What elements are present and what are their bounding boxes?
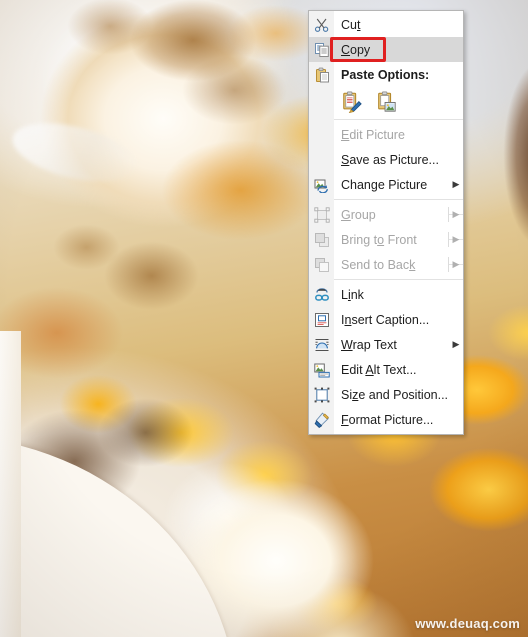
menu-item-paste-options: Paste Options: (309, 62, 463, 87)
menu-item-label: Send to Back (341, 257, 416, 272)
watermark: www.deuaq.com (415, 616, 520, 631)
menu-item-no-icon (309, 122, 334, 147)
menu-item-label: Link (341, 287, 364, 302)
menu-item-label: Copy (341, 42, 371, 57)
paste-options-buttons (309, 87, 463, 117)
menu-item-link[interactable]: Link (309, 282, 463, 307)
paste-picture-button[interactable] (373, 89, 399, 115)
screen: www.deuaq.com Cut Copy Paste Options: Edit … (0, 0, 528, 637)
menu-item-label: Wrap Text (341, 337, 397, 352)
picture-context-menu[interactable]: Cut Copy Paste Options: Edit Picture Save as… (308, 10, 464, 435)
insert-caption-icon (309, 307, 334, 332)
menu-separator (334, 119, 463, 120)
menu-item-send-to-back: Send to Back ▶ (309, 252, 463, 277)
menu-item-label: Edit Alt Text... (341, 362, 417, 377)
change-picture-icon (309, 172, 334, 197)
menu-item-label: Group (341, 207, 376, 222)
submenu-arrow-icon: ▶ (449, 235, 463, 244)
submenu-arrow-icon: ▶ (449, 210, 463, 219)
submenu-arrow-icon: ▶ (449, 260, 463, 269)
menu-item-group: Group ▶ (309, 202, 463, 227)
group-icon (309, 202, 334, 227)
menu-item-bring-to-front: Bring to Front ▶ (309, 227, 463, 252)
format-picture-icon (309, 407, 334, 432)
menu-item-wrap-text[interactable]: Wrap Text ▶ (309, 332, 463, 357)
wrap-text-icon (309, 332, 334, 357)
menu-item-no-icon (309, 147, 334, 172)
menu-separator (334, 199, 463, 200)
menu-item-label: Save as Picture... (341, 152, 439, 167)
menu-separator (334, 279, 463, 280)
menu-item-size-position[interactable]: Size and Position... (309, 382, 463, 407)
menu-item-edit-alt-text[interactable]: Edit Alt Text... (309, 357, 463, 382)
size-position-icon (309, 382, 334, 407)
menu-item-edit-picture: Edit Picture (309, 122, 463, 147)
menu-item-label: Change Picture (341, 177, 428, 192)
menu-item-label: Insert Caption... (341, 312, 430, 327)
menu-item-label: Paste Options: (341, 67, 430, 82)
menu-item-copy[interactable]: Copy (309, 37, 463, 62)
menu-item-change-picture[interactable]: Change Picture ▶ (309, 172, 463, 197)
scissors-icon (309, 12, 334, 37)
menu-item-insert-caption[interactable]: Insert Caption... (309, 307, 463, 332)
menu-item-format-picture[interactable]: Format Picture... (309, 407, 463, 432)
submenu-arrow-icon: ▶ (452, 339, 460, 349)
menu-item-save-as-picture[interactable]: Save as Picture... (309, 147, 463, 172)
menu-item-label: Edit Picture (341, 127, 405, 142)
menu-item-label: Cut (341, 17, 361, 32)
submenu-arrow-icon: ▶ (452, 179, 460, 189)
paste-keep-source-formatting-button[interactable] (339, 89, 365, 115)
alt-text-icon (309, 357, 334, 382)
send-to-back-icon (309, 252, 334, 277)
bring-to-front-icon (309, 227, 334, 252)
menu-item-label: Bring to Front (341, 232, 417, 247)
menu-item-label: Format Picture... (341, 412, 434, 427)
clipboard-icon (309, 62, 334, 87)
link-icon (309, 282, 334, 307)
copy-icon (309, 37, 334, 62)
menu-item-cut[interactable]: Cut (309, 12, 463, 37)
menu-item-label: Size and Position... (341, 387, 449, 402)
